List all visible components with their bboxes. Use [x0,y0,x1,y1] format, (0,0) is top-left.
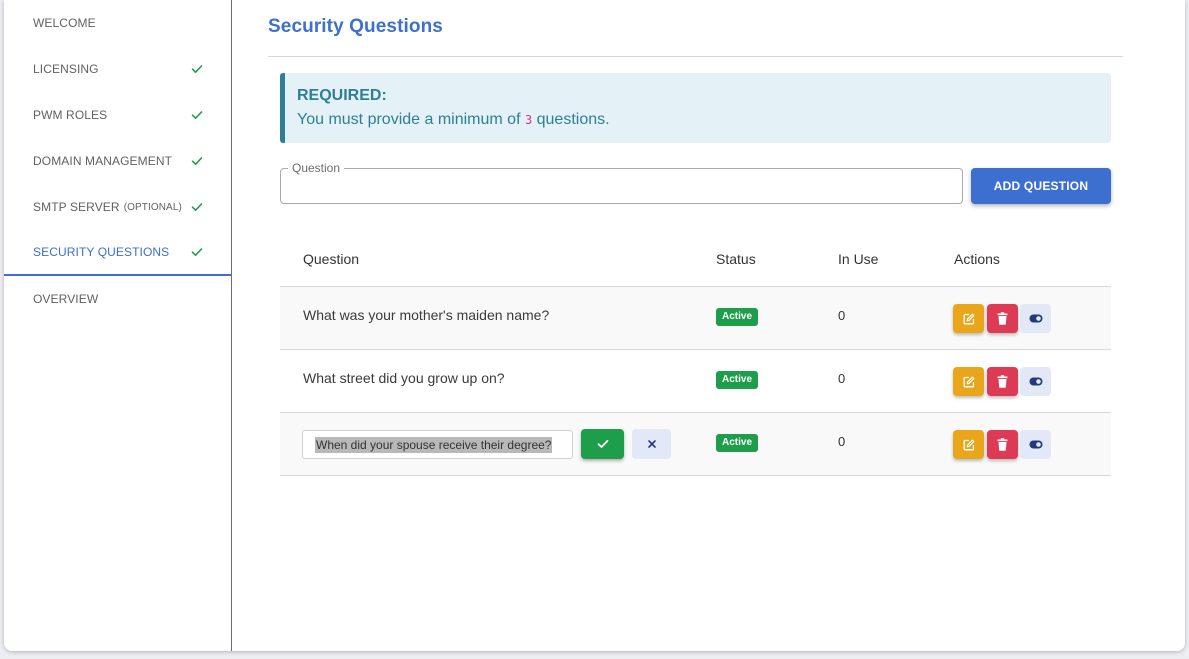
alert-message-prefix: You must provide a minimum of [297,111,525,128]
status-badge: Active [716,371,759,389]
check-icon [191,157,203,165]
edit-button[interactable] [953,367,984,396]
confirm-edit-button[interactable] [581,429,624,459]
sidebar-item-suffix: (OPTIONAL) [123,201,182,213]
edit-question-input[interactable]: When did your spouse receive their degre… [302,430,573,459]
sidebar-item-domain-management[interactable]: DOMAIN MANAGEMENT [4,138,231,184]
sidebar-item-label: OVERVIEW [33,292,99,306]
toggle-active-button[interactable] [1020,304,1051,333]
alert-message: You must provide a minimum of 3 question… [297,111,1111,129]
in-use-count: 0 [838,308,846,323]
trash-icon [997,438,1008,451]
sidebar-item-pwm-roles[interactable]: PWM ROLES [4,92,231,138]
column-header-in-use: In Use [838,251,879,267]
sidebar-item-label: LICENSING [33,62,99,76]
status-badge: Active [716,308,759,326]
in-use-count: 0 [838,371,846,386]
cancel-edit-button[interactable] [632,429,671,459]
question-text: What was your mother's maiden name? [303,307,550,323]
sidebar-item-smtp-server[interactable]: SMTP SERVER (OPTIONAL) [4,184,231,230]
sidebar-item-label: PWM ROLES [33,108,108,122]
edit-question-value: When did your spouse receive their degre… [315,436,553,453]
sidebar-item-security-questions[interactable]: SECURITY QUESTIONS [4,230,231,276]
toggle-active-button[interactable] [1020,367,1051,396]
questions-table: Question Status In Use Actions What was … [280,227,1111,476]
check-icon [191,111,203,119]
status-badge: Active [716,434,759,452]
sidebar-item-label: DOMAIN MANAGEMENT [33,154,173,168]
trash-icon [997,375,1008,388]
close-icon [647,440,656,448]
question-text: What street did you grow up on? [303,370,505,386]
sidebar-item-licensing[interactable]: LICENSING [4,46,231,92]
toggle-icon [1029,314,1042,323]
alert-message-suffix: questions. [532,111,610,128]
edit-icon [963,439,974,450]
question-input[interactable] [281,169,962,203]
column-header-question: Question [303,251,360,267]
question-field: Question [280,161,963,204]
add-question-button[interactable]: ADD QUESTION [971,168,1111,204]
toggle-icon [1029,377,1042,386]
table-row: When did your spouse receive their degre… [280,413,1111,476]
sidebar: WELCOME LICENSING PWM ROLES DOMAIN MANAG… [4,0,232,651]
in-use-count: 0 [838,434,846,449]
edit-button[interactable] [953,304,984,333]
toggle-icon [1029,440,1042,449]
alert-title: REQUIRED: [297,87,387,104]
setup-wizard-card: WELCOME LICENSING PWM ROLES DOMAIN MANAG… [4,0,1185,651]
edit-button[interactable] [953,430,984,459]
question-field-label: Question [288,161,345,175]
title-divider [268,56,1123,57]
main-content: Security Questions REQUIRED: You must pr… [232,0,1185,651]
check-icon [191,65,203,73]
edit-icon [963,313,974,324]
sidebar-item-overview[interactable]: OVERVIEW [4,276,231,322]
check-icon [191,248,203,256]
delete-button[interactable] [987,367,1018,396]
delete-button[interactable] [987,304,1018,333]
column-header-status: Status [716,251,756,267]
trash-icon [997,312,1008,325]
sidebar-item-label: WELCOME [33,16,96,30]
edit-icon [963,376,974,387]
column-header-actions: Actions [954,251,1000,267]
toggle-active-button[interactable] [1020,430,1051,459]
check-icon [191,203,203,211]
table-header: Question Status In Use Actions [280,227,1111,287]
page-title: Security Questions [268,16,443,37]
check-icon [597,439,608,448]
table-row: What was your mother's maiden name? Acti… [280,287,1111,350]
sidebar-item-welcome[interactable]: WELCOME [4,0,231,46]
table-row: What street did you grow up on? Active 0 [280,350,1111,413]
delete-button[interactable] [987,430,1018,459]
sidebar-item-label: SECURITY QUESTIONS [33,245,170,259]
sidebar-item-label: SMTP SERVER [33,200,120,214]
required-alert: REQUIRED: You must provide a minimum of … [280,73,1111,143]
